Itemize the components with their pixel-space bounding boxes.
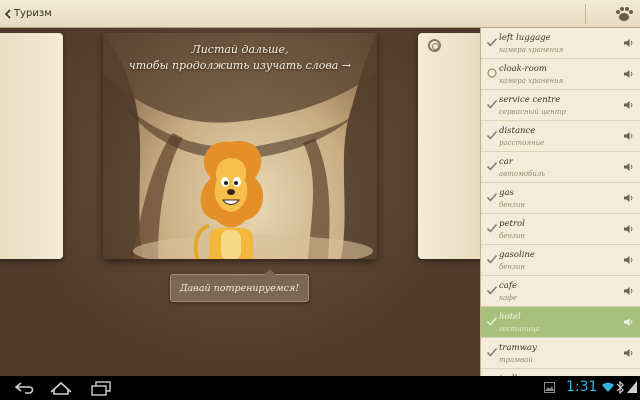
top-bar: Туризм — [0, 0, 640, 28]
wifi-icon — [602, 382, 614, 392]
word-english: cafe — [499, 281, 518, 291]
checkmark-icon[interactable] — [486, 315, 498, 327]
back-arrow-icon — [4, 8, 11, 19]
back-button[interactable]: Туризм — [0, 0, 58, 28]
word-translation: расстояние — [499, 139, 545, 147]
speaker-icon[interactable] — [623, 255, 633, 265]
card-message-line2: чтобы продолжить изучать слова → — [128, 59, 352, 72]
card-message-line1: Листай дальше, — [191, 43, 289, 56]
word-english: gasoline — [499, 250, 535, 260]
word-row[interactable]: hotel гостиница — [481, 307, 640, 338]
speaker-icon[interactable] — [623, 348, 633, 358]
word-english: gas — [499, 188, 514, 198]
word-translation: сервисный центр — [499, 108, 566, 116]
speaker-icon[interactable] — [623, 286, 633, 296]
word-translation: бензин — [499, 232, 525, 240]
word-row[interactable]: trolley — [481, 369, 640, 376]
checkmark-icon[interactable] — [486, 222, 498, 234]
checkmark-icon[interactable] — [486, 191, 498, 203]
word-translation: камера хранения — [499, 77, 564, 85]
lion-paw-icon[interactable] — [614, 5, 634, 23]
word-row[interactable]: gas бензин — [481, 183, 640, 214]
clock: 1:31 — [566, 379, 598, 395]
word-row[interactable]: distance расстояние — [481, 121, 640, 152]
speaker-icon[interactable] — [623, 131, 633, 141]
recent-apps-icon[interactable] — [90, 380, 112, 396]
bluetooth-icon — [616, 381, 624, 394]
word-translation: бензин — [499, 263, 525, 271]
word-english: petrol — [499, 219, 525, 229]
word-translation: кафе — [499, 294, 517, 302]
speaker-icon[interactable] — [623, 317, 633, 327]
checkmark-icon[interactable] — [486, 36, 498, 48]
signal-icon — [627, 381, 637, 393]
practice-button[interactable]: Давай потренируемся! — [170, 269, 309, 302]
speaker-icon[interactable] — [623, 162, 633, 172]
word-english: tramway — [499, 343, 537, 353]
word-row[interactable]: left luggage камера хранения — [481, 28, 640, 59]
checkmark-icon[interactable] — [486, 253, 498, 265]
word-list[interactable]: left luggage камера хранения cloak-room кам… — [480, 28, 640, 376]
word-english: distance — [499, 126, 536, 136]
checkmark-icon[interactable] — [486, 98, 498, 110]
word-english: service centre — [499, 95, 561, 105]
checkmark-icon[interactable] — [486, 129, 498, 141]
speaker-icon[interactable] — [623, 193, 633, 203]
word-english: cloak-room — [499, 64, 547, 74]
card-message: Листай дальше, чтобы продолжить изучать … — [103, 42, 377, 74]
unchecked-circle-icon[interactable] — [486, 67, 498, 79]
word-row[interactable]: gasoline бензин — [481, 245, 640, 276]
current-card: Листай дальше, чтобы продолжить изучать … — [103, 33, 377, 259]
checkmark-icon[interactable] — [486, 346, 498, 358]
word-translation: трамвай — [499, 356, 533, 364]
word-english: car — [499, 157, 513, 167]
word-translation: гостиница — [499, 325, 540, 333]
word-translation: бензин — [499, 201, 525, 209]
speaker-icon[interactable] — [623, 100, 633, 110]
word-row[interactable]: cafe кафе — [481, 276, 640, 307]
word-row[interactable]: tramway трамвай — [481, 338, 640, 369]
gallery-notification-icon — [544, 382, 555, 393]
speaker-icon[interactable] — [623, 69, 633, 79]
toolbar-divider — [585, 4, 586, 24]
word-english: left luggage — [499, 33, 551, 43]
card-carousel[interactable]: Листай дальше, чтобы продолжить изучать … — [0, 28, 498, 376]
card-radio-icon[interactable] — [428, 39, 441, 52]
word-english: hotel — [499, 312, 521, 322]
word-row[interactable]: cloak-room камера хранения — [481, 59, 640, 90]
previous-card[interactable] — [0, 33, 63, 259]
checkmark-icon[interactable] — [486, 284, 498, 296]
system-nav-bar: 1:31 — [0, 376, 640, 400]
speaker-icon[interactable] — [623, 38, 633, 48]
word-translation: автомобиль — [499, 170, 546, 178]
speaker-icon[interactable] — [623, 224, 633, 234]
home-nav-icon[interactable] — [48, 380, 74, 396]
word-row[interactable]: petrol бензин — [481, 214, 640, 245]
back-nav-icon[interactable] — [13, 380, 37, 396]
word-row[interactable]: car автомобиль — [481, 152, 640, 183]
word-translation: камера хранения — [499, 46, 564, 54]
checkmark-icon[interactable] — [486, 160, 498, 172]
topic-title: Туризм — [14, 8, 52, 19]
word-row[interactable]: service centre сервисный центр — [481, 90, 640, 121]
